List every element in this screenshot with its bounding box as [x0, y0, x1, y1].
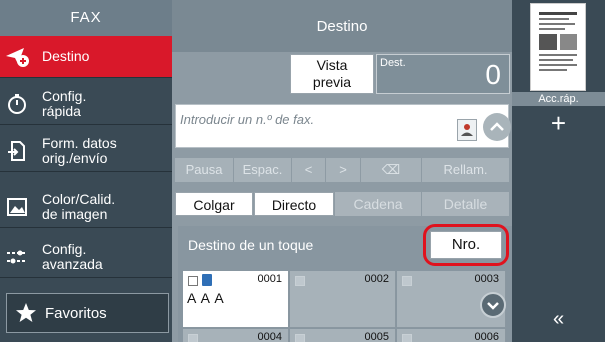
tile-number: 0001: [257, 273, 282, 285]
cursor-right-key[interactable]: >: [326, 158, 360, 182]
preview-button[interactable]: Vista previa: [290, 54, 374, 94]
image-quality-icon: [0, 186, 34, 228]
one-touch-tile[interactable]: 0005: [290, 329, 396, 342]
sidebar-item-form-datos[interactable]: Form. datos orig./envío: [0, 130, 172, 172]
address-book-icon[interactable]: [457, 119, 477, 141]
sidebar-item-label-line2: orig./envío: [42, 149, 108, 166]
chevron-down-icon: [487, 302, 499, 310]
one-touch-panel: Destino de un toque Nro. 0001 A A A 0002…: [178, 224, 512, 342]
tile-checkbox[interactable]: [402, 334, 412, 342]
pause-key[interactable]: Pausa: [175, 158, 233, 182]
sidebar-item-color-calid[interactable]: Color/Calid. de imagen: [0, 186, 172, 228]
tile-number: 0002: [364, 273, 389, 285]
document-format-icon: [0, 130, 34, 172]
fax-screen: FAX Destino Config. rápida Form. datos o…: [0, 0, 605, 342]
tile-checkbox[interactable]: [188, 276, 198, 286]
tile-name: A A A: [187, 290, 225, 306]
sidebar-item-config-avanzada[interactable]: Config. avanzada: [0, 236, 172, 278]
sidebar-header: FAX: [0, 0, 172, 36]
one-touch-tile[interactable]: 0001 A A A: [183, 271, 289, 328]
tile-checkbox[interactable]: [295, 276, 305, 286]
tile-number: 0005: [364, 331, 389, 342]
collapse-panel-button[interactable]: «: [512, 308, 605, 331]
highlight-ring: [423, 224, 509, 266]
fax-icon: [202, 274, 212, 286]
sidebar-item-destino[interactable]: Destino: [0, 36, 172, 78]
sidebar-item-label-line2: de imagen: [42, 205, 108, 222]
hang-up-button[interactable]: Colgar: [175, 192, 253, 216]
destination-count-box: Dest. 0: [376, 54, 510, 94]
backspace-key[interactable]: ⌫: [361, 158, 421, 182]
quick-access-label: Acc.ráp.: [512, 92, 605, 106]
main-panel: Destino Vista previa Dest. 0 Introducir …: [172, 0, 512, 342]
fax-number-placeholder: Introducir un n.º de fax.: [180, 112, 315, 127]
sidebar-item-label-line2: avanzada: [42, 255, 103, 272]
fax-number-input[interactable]: Introducir un n.º de fax.: [175, 104, 511, 148]
direct-button[interactable]: Directo: [254, 192, 334, 216]
favorites-button[interactable]: Favoritos: [6, 293, 169, 333]
page-title: Destino: [316, 18, 368, 35]
one-touch-tile[interactable]: 0004: [183, 329, 289, 342]
space-key[interactable]: Espac.: [234, 158, 291, 182]
preview-label-line1: Vista: [316, 57, 348, 73]
tile-checkbox[interactable]: [402, 276, 412, 286]
add-shortcut-button[interactable]: +: [512, 108, 605, 139]
sidebar-item-label-line2: rápida: [42, 102, 81, 119]
redial-key[interactable]: Rellam.: [422, 158, 509, 182]
detail-button[interactable]: Detalle: [422, 192, 509, 216]
preview-label-line2: previa: [312, 74, 352, 90]
one-touch-tile[interactable]: 0006: [397, 329, 506, 342]
backspace-icon: ⌫: [381, 162, 401, 177]
cursor-left-key[interactable]: <: [292, 158, 325, 182]
document-preview-thumbnail[interactable]: [530, 3, 586, 91]
sidebar-item-label-line1: Form. datos: [42, 134, 117, 151]
sidebar-item-label-line1: Config.: [42, 240, 87, 257]
sidebar-item-label: Destino: [42, 48, 90, 64]
tile-checkbox[interactable]: [188, 334, 198, 342]
tile-checkbox[interactable]: [295, 334, 305, 342]
stopwatch-icon: [0, 83, 34, 125]
one-touch-tile[interactable]: 0002: [290, 271, 396, 328]
destination-count: 0: [485, 59, 501, 90]
star-icon: [7, 302, 45, 324]
chevron-up-icon: [490, 122, 504, 131]
scroll-down-button[interactable]: [480, 292, 506, 318]
chain-button[interactable]: Cadena: [335, 192, 421, 216]
destination-icon: [0, 36, 34, 78]
destination-count-label: Dest.: [380, 57, 406, 69]
sidebar-item-config-rapida[interactable]: Config. rápida: [0, 83, 172, 125]
favorites-label: Favoritos: [45, 304, 107, 322]
sidebar-item-label-line1: Config.: [42, 87, 87, 104]
tile-number: 0003: [474, 273, 499, 285]
right-panel: Acc.ráp. + «: [512, 0, 605, 342]
scroll-up-button[interactable]: [483, 113, 511, 141]
sidebar-item-label-line1: Color/Calid.: [42, 190, 116, 207]
tile-number: 0004: [257, 331, 282, 342]
one-touch-title: Destino de un toque: [188, 237, 314, 253]
advanced-settings-icon: [0, 236, 34, 278]
tile-number: 0006: [474, 331, 499, 342]
sidebar: FAX Destino Config. rápida Form. datos o…: [0, 0, 172, 342]
